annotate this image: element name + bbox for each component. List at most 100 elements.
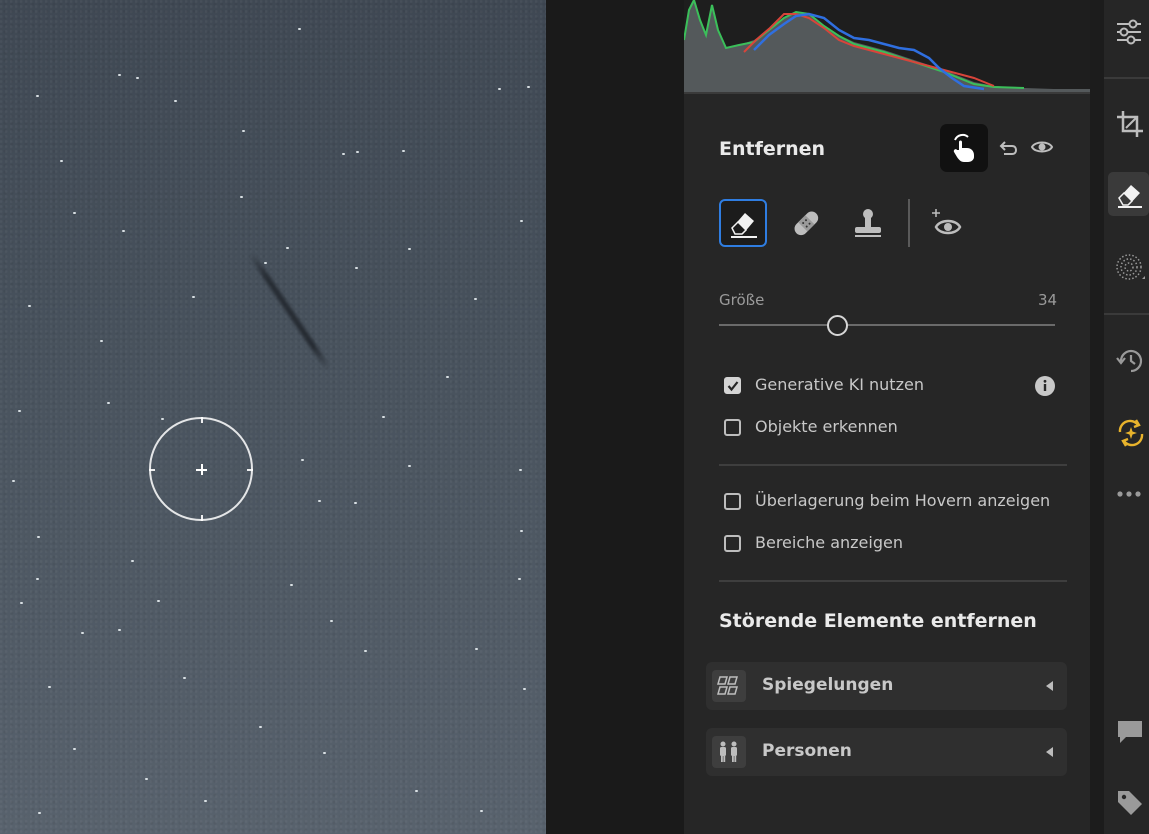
star [498, 88, 501, 90]
star [480, 810, 483, 812]
toolstrip-separator [1104, 77, 1149, 79]
star [204, 800, 207, 802]
size-value: 34 [1038, 291, 1058, 309]
show-overlay-label: Überlagerung beim Hovern anzeigen [755, 491, 1051, 510]
masking-button[interactable] [1108, 246, 1149, 290]
brush-tick [201, 417, 203, 423]
star [520, 220, 523, 222]
photo-canvas[interactable] [0, 0, 546, 834]
star [12, 480, 15, 482]
canvas-gutter [546, 0, 684, 834]
star [100, 340, 103, 342]
checkmark-icon [727, 381, 739, 392]
edit-sliders-button[interactable] [1108, 10, 1149, 54]
show-overlay-checkbox[interactable] [724, 493, 741, 510]
histogram-graph [684, 0, 1090, 92]
divider [719, 464, 1067, 466]
star [131, 560, 134, 562]
star [364, 650, 367, 652]
star [519, 469, 522, 471]
star [28, 305, 31, 307]
info-icon[interactable] [1034, 375, 1056, 397]
star [118, 629, 121, 631]
people-expander[interactable]: Personen [706, 728, 1067, 776]
star [286, 247, 289, 249]
star [18, 410, 21, 412]
remove-button[interactable] [1108, 172, 1149, 216]
undo-icon[interactable] [996, 136, 1020, 160]
reflections-label: Spiegelungen [762, 675, 894, 695]
clone-tool-button[interactable] [844, 199, 892, 247]
star [415, 790, 418, 792]
star [355, 267, 358, 269]
star [157, 600, 160, 602]
eraser-icon [731, 213, 757, 238]
star [408, 248, 411, 250]
size-label: Größe [719, 291, 765, 309]
brush-tick [201, 515, 203, 521]
star [408, 465, 411, 467]
star [122, 230, 125, 232]
ai-edit-button[interactable] [1108, 410, 1149, 454]
star [290, 584, 293, 586]
star [342, 153, 345, 155]
star [259, 726, 262, 728]
keywords-button[interactable] [1108, 780, 1149, 824]
brush-cursor [149, 417, 253, 521]
star [523, 688, 526, 690]
hand-pointer-icon [953, 133, 974, 162]
star [474, 298, 477, 300]
show-areas-label: Bereiche anzeigen [755, 533, 903, 552]
touch-mode-button[interactable] [940, 124, 988, 172]
reflections-expander[interactable]: Spiegelungen [706, 662, 1067, 710]
generative-ai-checkbox[interactable] [724, 377, 741, 394]
more-icon [1117, 491, 1141, 497]
eye-icon[interactable] [1030, 135, 1054, 159]
detect-objects-checkbox[interactable] [724, 419, 741, 436]
star [354, 502, 357, 504]
remove-tool-button[interactable] [719, 199, 767, 247]
star [298, 28, 301, 30]
more-button[interactable] [1108, 472, 1149, 516]
people-icon [712, 736, 746, 768]
star [145, 778, 148, 780]
distractions-section-title: Störende Elemente entfernen [719, 610, 1037, 632]
heal-tool-button[interactable] [782, 199, 830, 247]
star [520, 530, 523, 532]
star [240, 196, 243, 198]
comments-button[interactable] [1108, 710, 1149, 754]
generative-ai-label: Generative KI nutzen [755, 375, 924, 394]
crop-icon [1117, 111, 1143, 137]
star [37, 536, 40, 538]
toolstrip-separator [1104, 313, 1149, 315]
star [264, 262, 267, 264]
red-eye-tool-button[interactable] [926, 199, 974, 247]
crop-button[interactable] [1108, 102, 1149, 146]
size-slider-track[interactable] [719, 324, 1055, 326]
comment-icon [1118, 721, 1142, 743]
tag-icon [1118, 791, 1142, 815]
toolstrip-gap [1090, 0, 1104, 834]
star [527, 86, 530, 88]
star [81, 632, 84, 634]
bandage-icon [794, 211, 819, 236]
detect-objects-label: Objekte erkennen [755, 417, 898, 436]
star [382, 416, 385, 418]
show-areas-checkbox[interactable] [724, 535, 741, 552]
size-slider-thumb[interactable] [827, 315, 848, 336]
star [318, 500, 321, 502]
ai-sparkle-icon [1118, 419, 1144, 447]
star [73, 212, 76, 214]
mask-icon [1116, 254, 1145, 280]
people-label: Personen [762, 741, 852, 761]
brush-tick [149, 469, 155, 471]
star [446, 376, 449, 378]
star [48, 686, 51, 688]
edit-panel: Entfernen Größe 34 Generative KI nutzen … [684, 0, 1090, 834]
history-button[interactable] [1108, 338, 1149, 382]
reflections-icon [712, 670, 746, 702]
star [38, 812, 41, 814]
star [242, 130, 245, 132]
reflections-glyph [717, 676, 738, 695]
star [161, 418, 164, 420]
